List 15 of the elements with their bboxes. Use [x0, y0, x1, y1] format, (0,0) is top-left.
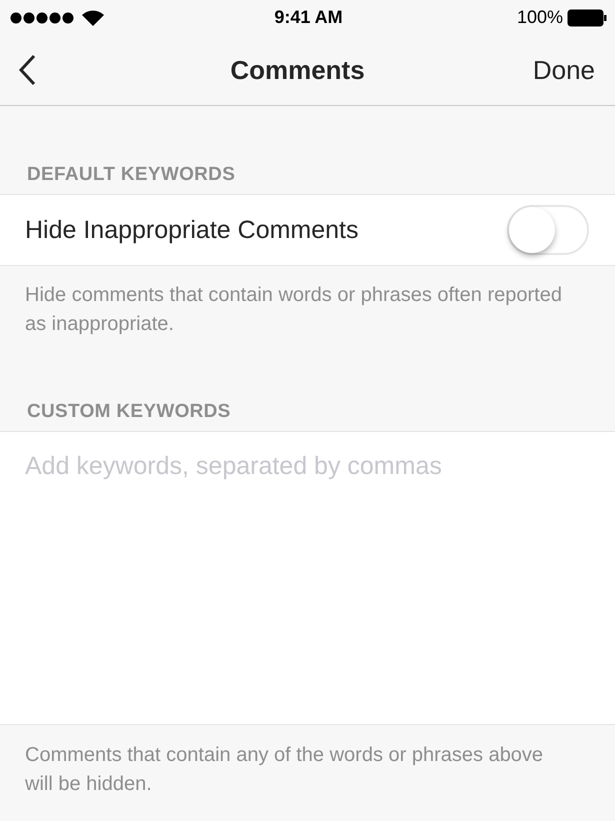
section-footer: Comments that contain any of the words or phrases above will be hidden. [0, 725, 615, 821]
section-header: CUSTOM KEYWORDS [26, 401, 232, 424]
section-footer: Hide comments that contain words or phrases often reported as inappropriate. [0, 266, 615, 339]
screen-title: Comments [230, 54, 365, 86]
section-header: DEFAULT KEYWORDS [26, 164, 236, 187]
battery-icon [567, 8, 607, 26]
back-chevron-icon [18, 54, 36, 86]
done-button[interactable]: Done [532, 54, 615, 86]
signal-icon [10, 12, 76, 24]
battery-percentage: 100% [516, 7, 563, 28]
wifi-icon [82, 10, 104, 26]
keywords-field[interactable]: Add keywords, separated by commas [0, 431, 615, 725]
status-time: 9:41 AM [274, 7, 343, 28]
toggle-label: Hide Inappropriate Comments [25, 216, 358, 244]
toggle-switch[interactable] [507, 205, 589, 255]
